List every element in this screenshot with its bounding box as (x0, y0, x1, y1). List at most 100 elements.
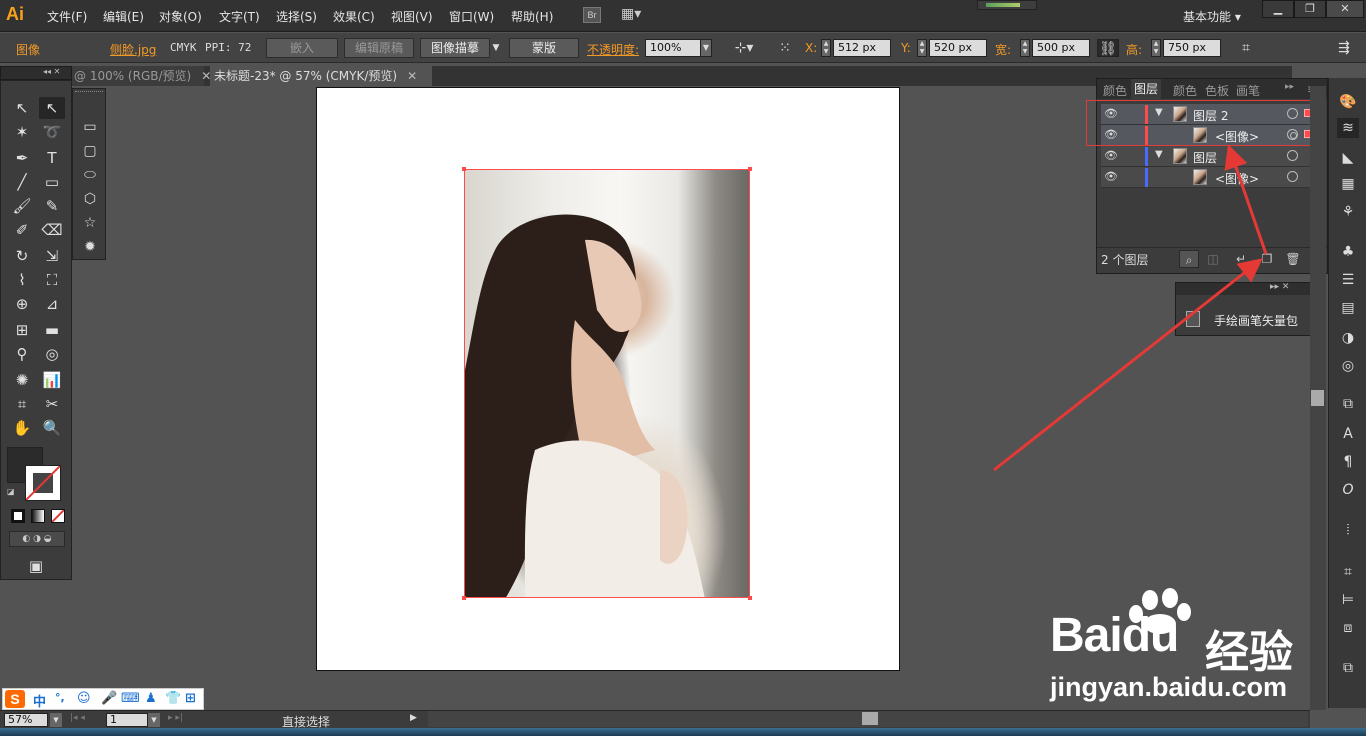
tab-layers[interactable]: 图层 (1131, 79, 1162, 99)
transparency-icon[interactable]: ◑ (1337, 328, 1359, 348)
visibility-eye-icon[interactable]: 👁 (1103, 170, 1119, 184)
align-icon[interactable]: ⦙ (1337, 520, 1359, 540)
menu-effect[interactable]: 效果(C) (333, 8, 375, 25)
artboard-tool-icon[interactable]: ⌗ (9, 393, 35, 415)
menu-select[interactable]: 选择(S) (276, 8, 317, 25)
rounded-rectangle-tool-icon[interactable]: ▢ (79, 141, 101, 161)
flyout-grip[interactable] (75, 91, 103, 95)
y-input[interactable]: 520 px (929, 39, 987, 57)
restore-button[interactable]: ❐ (1294, 0, 1326, 18)
edit-original-button[interactable]: 编辑原稿 (344, 38, 414, 58)
links-icon[interactable]: ⧉ (1337, 658, 1359, 678)
target-icon[interactable] (1287, 171, 1298, 182)
drawing-mode-icons[interactable]: ◐ ◑ ◒ (9, 531, 65, 547)
scale-tool-icon[interactable]: ⇲ (39, 245, 65, 267)
arrange-documents-button[interactable]: ▦▾ (621, 7, 651, 23)
y-spin-icon[interactable]: ▲ ▼ (917, 39, 927, 57)
slice-tool-icon[interactable]: ✂ (39, 393, 65, 415)
close-button[interactable]: ✕ (1326, 0, 1364, 18)
lasso-tool-icon[interactable]: ➰ (39, 121, 65, 143)
create-sublayer-icon[interactable]: ↵ (1231, 250, 1251, 268)
linked-file-link[interactable]: 侧脸.jpg (110, 41, 156, 58)
tab-brushes[interactable]: 画笔 (1236, 82, 1260, 99)
brush-library-name[interactable]: 手绘画笔矢量包 (1214, 312, 1298, 329)
height-spin-icon[interactable]: ▲ ▼ (1151, 39, 1161, 57)
create-new-layer-icon[interactable]: ❐ (1257, 250, 1277, 268)
direct-selection-tool-icon[interactable]: ↖ (39, 97, 65, 119)
layers-panel-icon[interactable]: ≋ (1337, 118, 1359, 138)
constrain-link-icon[interactable]: ⛓ (1097, 39, 1119, 57)
layer-row-layer-1[interactable]: 👁 ▼ 图层 (1101, 146, 1323, 167)
artboard-number-input[interactable]: 1 (106, 713, 148, 727)
target-icon[interactable] (1287, 150, 1298, 161)
paintbrush-tool-icon[interactable]: 🖌 (9, 195, 35, 217)
expand-triangle-icon[interactable]: ▼ (1155, 149, 1163, 160)
workspace-switcher[interactable]: 基本功能 ▾ (1183, 8, 1241, 25)
make-clipping-mask-icon[interactable]: ◫ (1203, 250, 1223, 268)
stroke-icon[interactable]: ☰ (1337, 270, 1359, 290)
selection-handle[interactable] (462, 596, 466, 600)
stroke-swatch[interactable] (25, 465, 61, 501)
delete-layer-icon[interactable]: 🗑 (1283, 250, 1303, 268)
menu-edit[interactable]: 编辑(E) (103, 8, 144, 25)
artboards-icon[interactable]: ⌗ (1337, 562, 1359, 582)
menu-type[interactable]: 文字(T) (219, 8, 260, 25)
trace-preset-dropdown-icon[interactable]: ▼ (490, 39, 502, 57)
appearance-icon[interactable]: ◎ (1337, 356, 1359, 376)
placed-image[interactable] (464, 169, 750, 598)
column-graph-tool-icon[interactable]: 📊 (39, 369, 65, 391)
layer-row-image-2[interactable]: 👁 <图像> (1101, 167, 1323, 188)
layer-name[interactable]: <图像> (1215, 170, 1259, 187)
menu-file[interactable]: 文件(F) (47, 8, 87, 25)
tab-color-guide[interactable]: 颜色 (1173, 82, 1197, 99)
pathfinder-icon[interactable]: ⧈ (1337, 618, 1359, 638)
eraser-tool-icon[interactable]: ⌫ (39, 219, 65, 241)
sogou-logo[interactable]: S (5, 690, 25, 708)
magic-wand-tool-icon[interactable]: ✶ (9, 121, 35, 143)
type-tool-icon[interactable]: T (39, 147, 65, 169)
rectangle-tool-icon[interactable]: ▭ (39, 171, 65, 193)
mesh-tool-icon[interactable]: ⊞ (9, 319, 35, 341)
zoom-input[interactable]: 57% (4, 713, 48, 727)
embed-button[interactable]: 嵌入 (266, 38, 338, 58)
selection-handle[interactable] (748, 596, 752, 600)
blob-brush-tool-icon[interactable]: ✐ (9, 219, 35, 241)
default-colors-icon[interactable]: ◪ (7, 487, 15, 496)
width-input[interactable]: 500 px (1032, 39, 1090, 57)
eyedropper-tool-icon[interactable]: ⚲ (9, 343, 35, 365)
tab-document-2[interactable]: 未标题-23* @ 57% (CMYK/预览) ✕ (210, 66, 432, 86)
opentype-icon[interactable]: O (1337, 480, 1359, 500)
brushes-icon[interactable]: ⚘ (1337, 202, 1359, 222)
width-spin-icon[interactable]: ▲ ▼ (1020, 39, 1030, 57)
first-artboard-icon[interactable]: |◂ ◂ (70, 713, 85, 723)
transform-reference-icon[interactable]: ⊹▾ (732, 39, 756, 57)
zoom-tool-icon[interactable]: 🔍 (39, 417, 65, 439)
blend-tool-icon[interactable]: ◎ (39, 343, 65, 365)
selection-handle[interactable] (748, 167, 752, 171)
transform-icon[interactable]: ⌗ (1236, 39, 1256, 57)
menu-window[interactable]: 窗口(W) (449, 8, 494, 25)
transform-panel-icon[interactable]: ⧉ (1337, 394, 1359, 414)
status-menu-icon[interactable]: ▶ (410, 713, 417, 723)
opacity-input[interactable]: 100% (645, 39, 701, 57)
pencil-tool-icon[interactable]: ✎ (39, 195, 65, 217)
color-panel-icon[interactable]: 🎨 (1337, 92, 1359, 112)
mask-button[interactable]: 蒙版 (509, 38, 579, 58)
zoom-dropdown-icon[interactable]: ▼ (50, 713, 62, 727)
locate-object-icon[interactable]: ⌕ (1179, 250, 1199, 268)
tab-swatches[interactable]: 色板 (1205, 82, 1229, 99)
gradient-tool-icon[interactable]: ▬ (39, 319, 65, 341)
bridge-button[interactable]: Br (583, 7, 601, 23)
tab-document-1[interactable]: @ 100% (RGB/预览) ✕ (70, 66, 211, 86)
color-mode-icon[interactable] (11, 509, 25, 523)
hand-tool-icon[interactable]: ✋ (9, 417, 35, 439)
skin-icon[interactable]: 👕 (165, 691, 181, 706)
user-icon[interactable]: ♟ (145, 691, 157, 706)
toolbox-header[interactable]: ◂◂ ✕ (0, 66, 72, 80)
perspective-grid-tool-icon[interactable]: ⊿ (39, 293, 65, 315)
minimize-button[interactable]: ▁ (1262, 0, 1294, 18)
layer-name[interactable]: 图层 (1193, 149, 1217, 166)
none-mode-icon[interactable] (51, 509, 65, 523)
vertical-scroll-thumb[interactable] (1311, 390, 1324, 406)
x-spin-icon[interactable]: ▲ ▼ (821, 39, 831, 57)
